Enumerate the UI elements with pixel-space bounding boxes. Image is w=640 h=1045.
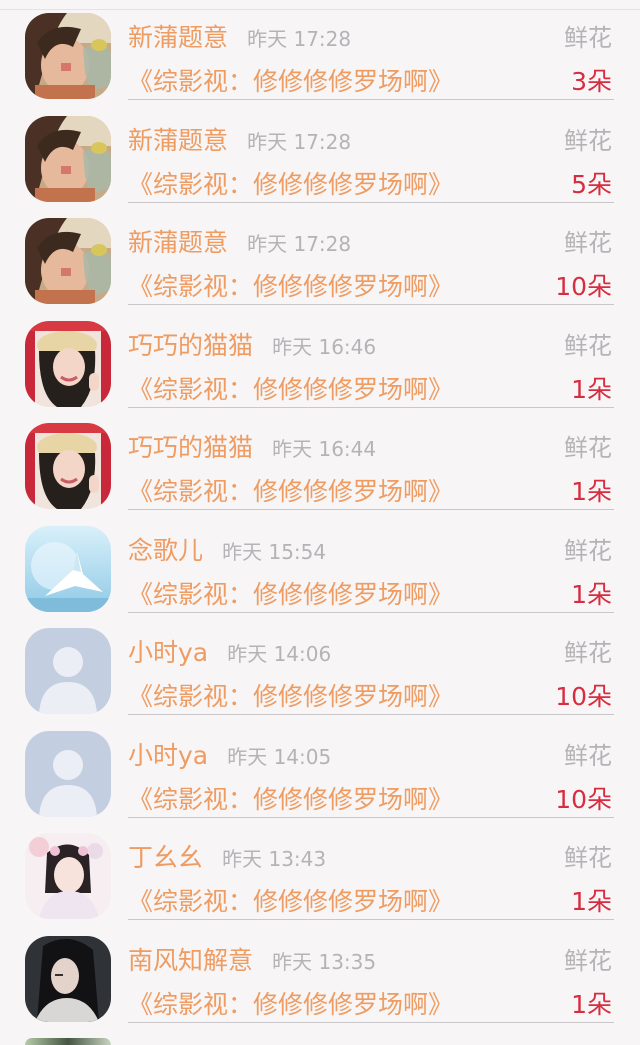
work-title-link[interactable]: 《综影视：修修修修罗场啊》 [128, 472, 453, 508]
dark-haired-woman-avatar-image [25, 935, 111, 1022]
woman-with-hat-avatar-image [25, 320, 111, 407]
gift-count: 3朵 [571, 67, 612, 96]
row-divider [128, 304, 614, 305]
gift-count: 1朵 [571, 374, 612, 404]
row-divider [128, 714, 614, 715]
work-title-link[interactable]: 《综影视：修修修修罗场啊》 [128, 677, 453, 713]
sender-name[interactable]: 巧巧的猫猫 [128, 433, 253, 462]
sender-name[interactable]: 新蒲题意 [128, 23, 228, 52]
work-title-link[interactable]: 《综影视：修修修修罗场啊》 [128, 370, 453, 406]
gift-count: 1朵 [571, 579, 612, 609]
list-item[interactable]: 丁幺幺 昨天 13:43 鲜花 《综影视：修修修修罗场啊》 1朵 [0, 830, 640, 933]
gift-type-label: 鲜花 [564, 24, 612, 52]
send-time: 昨天 17:28 [247, 27, 352, 51]
gift-type-label: 鲜花 [564, 434, 612, 462]
gift-type-label: 鲜花 [564, 639, 612, 667]
top-rule [0, 0, 640, 10]
dark-haired-woman-avatar[interactable] [25, 935, 111, 1022]
woman-with-hat-avatar[interactable] [25, 423, 111, 509]
avatar[interactable] [25, 1038, 111, 1045]
default-user-avatar[interactable] [25, 730, 111, 817]
list-item[interactable]: 新蒲题意 昨天 17:28 鲜花 《综影视：修修修修罗场啊》 5朵 [0, 113, 640, 216]
send-time: 昨天 13:43 [222, 847, 327, 871]
gift-type-label: 鲜花 [564, 536, 612, 565]
sender-name[interactable]: 新蒲题意 [128, 126, 228, 155]
work-title-link[interactable]: 《综影视：修修修修罗场啊》 [128, 267, 453, 303]
list-item-partial[interactable] [0, 1035, 640, 1045]
gift-count: 1朵 [571, 989, 612, 1019]
gift-list[interactable]: 新蒲题意 昨天 17:28 鲜花 《综影视：修修修修罗场啊》 3朵 新蒲题意 昨… [0, 10, 640, 1045]
gift-count: 10朵 [555, 682, 612, 711]
work-title-link[interactable]: 《综影视：修修修修罗场啊》 [128, 62, 453, 98]
list-item[interactable]: 巧巧的猫猫 昨天 16:46 鲜花 《综影视：修修修修罗场啊》 1朵 [0, 318, 640, 421]
list-item[interactable]: 新蒲题意 昨天 17:28 鲜花 《综影视：修修修修罗场啊》 3朵 [0, 10, 640, 113]
list-item[interactable]: 念歌儿 昨天 15:54 鲜花 《综影视：修修修修罗场啊》 1朵 [0, 523, 640, 626]
row-divider [128, 99, 614, 100]
gift-count: 5朵 [571, 169, 612, 199]
paper-crane-avatar-image [25, 525, 111, 612]
work-title-link[interactable]: 《综影视：修修修修罗场啊》 [128, 985, 453, 1021]
sender-name[interactable]: 巧巧的猫猫 [128, 331, 253, 360]
row-divider [128, 919, 614, 920]
list-item[interactable]: 南风知解意 昨天 13:35 鲜花 《综影视：修修修修罗场啊》 1朵 [0, 933, 640, 1036]
row-divider [128, 611, 614, 613]
default-user-avatar-image [25, 628, 111, 714]
list-item[interactable]: 新蒲题意 昨天 17:28 鲜花 《综影视：修修修修罗场啊》 10朵 [0, 215, 640, 318]
work-title-link[interactable]: 《综影视：修修修修罗场啊》 [128, 165, 453, 201]
send-time: 昨天 14:06 [227, 642, 332, 666]
gift-count: 1朵 [571, 477, 612, 506]
woman-with-hat-avatar[interactable] [25, 320, 111, 407]
gift-count: 10朵 [555, 272, 612, 301]
row-divider [128, 406, 614, 408]
gift-type-label: 鲜花 [564, 946, 612, 975]
default-user-avatar[interactable] [25, 628, 111, 714]
sender-name[interactable]: 南风知解意 [128, 946, 253, 975]
send-time: 昨天 14:05 [227, 744, 332, 769]
list-item[interactable]: 小时ya 昨天 14:05 鲜花 《综影视：修修修修罗场啊》 10朵 [0, 728, 640, 831]
gift-type-label: 鲜花 [564, 331, 612, 360]
list-item[interactable]: 小时ya 昨天 14:06 鲜花 《综影视：修修修修罗场啊》 10朵 [0, 625, 640, 728]
girl-drinking-avatar[interactable] [25, 115, 111, 202]
costume-woman-avatar-image [25, 833, 111, 919]
gift-count: 1朵 [571, 887, 612, 916]
girl-drinking-avatar[interactable] [25, 218, 111, 304]
send-time: 昨天 13:35 [272, 949, 377, 974]
gift-type-label: 鲜花 [564, 126, 612, 155]
send-time: 昨天 15:54 [222, 539, 327, 564]
work-title-link[interactable]: 《综影视：修修修修罗场啊》 [128, 575, 453, 611]
row-divider [128, 201, 614, 203]
send-time: 昨天 17:28 [247, 129, 352, 154]
sender-name[interactable]: 丁幺幺 [128, 843, 203, 872]
send-time: 昨天 17:28 [247, 232, 352, 256]
list-item[interactable]: 巧巧的猫猫 昨天 16:44 鲜花 《综影视：修修修修罗场啊》 1朵 [0, 420, 640, 523]
gift-type-label: 鲜花 [564, 229, 612, 257]
girl-drinking-avatar[interactable] [25, 13, 111, 99]
sender-name[interactable]: 小时ya [128, 638, 208, 667]
row-divider [128, 1021, 614, 1023]
sender-name[interactable]: 新蒲题意 [128, 228, 228, 257]
send-time: 昨天 16:44 [272, 437, 377, 461]
gift-count: 10朵 [555, 784, 612, 814]
sender-name[interactable]: 小时ya [128, 741, 208, 770]
row-divider [128, 816, 614, 818]
costume-woman-avatar[interactable] [25, 833, 111, 919]
woman-with-hat-avatar-image [25, 423, 111, 509]
row-divider [128, 509, 614, 510]
girl-drinking-avatar-image [25, 218, 111, 304]
girl-drinking-avatar-image [25, 13, 111, 99]
send-time: 昨天 16:46 [272, 334, 377, 359]
work-title-link[interactable]: 《综影视：修修修修罗场啊》 [128, 882, 453, 918]
girl-drinking-avatar-image [25, 115, 111, 202]
sender-name[interactable]: 念歌儿 [128, 536, 203, 565]
default-user-avatar-image [25, 730, 111, 817]
work-title-link[interactable]: 《综影视：修修修修罗场啊》 [128, 780, 453, 816]
gift-type-label: 鲜花 [564, 844, 612, 872]
paper-crane-avatar[interactable] [25, 525, 111, 612]
gift-type-label: 鲜花 [564, 741, 612, 770]
